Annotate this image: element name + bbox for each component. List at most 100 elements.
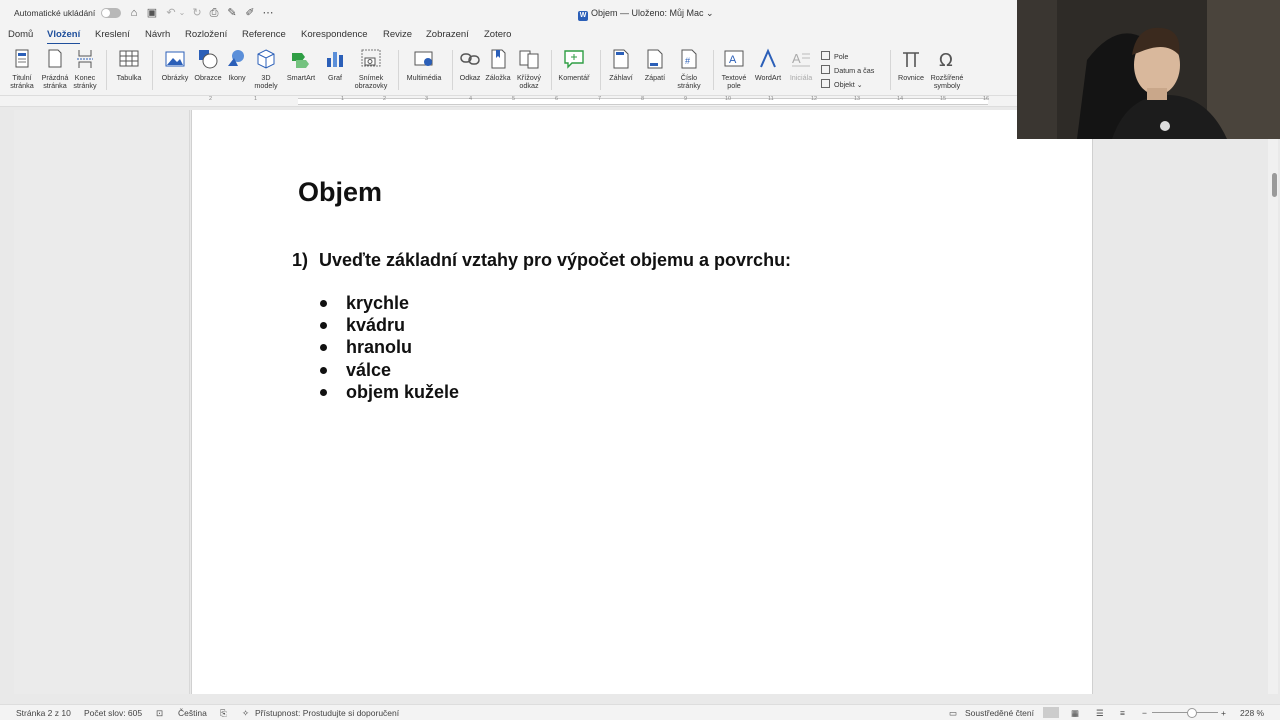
ruler-number: 1: [341, 96, 345, 102]
zoom-slider-thumb[interactable]: [1187, 708, 1197, 718]
undo-dropdown-icon[interactable]: ⌄: [175, 6, 189, 20]
shapes-button[interactable]: Obrazce: [192, 48, 224, 82]
format-icon[interactable]: ✐: [243, 6, 257, 20]
status-bar: Stránka 2 z 10 Počet slov: 605 ⊡ Čeština…: [0, 704, 1280, 720]
focus-icon[interactable]: ▭: [949, 708, 957, 719]
field-button[interactable]: Pole: [821, 51, 848, 61]
zoom-out-icon[interactable]: −: [1142, 708, 1147, 718]
more-icon[interactable]: ⋯: [261, 6, 275, 20]
tab-zobrazeni[interactable]: Zobrazení: [426, 29, 469, 40]
accessibility-status[interactable]: Přístupnost: Prostudujte si doporučení: [255, 708, 399, 718]
header-icon: [613, 49, 629, 69]
ruler-number: 9: [684, 96, 688, 102]
header-button[interactable]: Záhlaví: [606, 48, 636, 82]
cover-page-button[interactable]: Titulní stránka: [6, 48, 38, 90]
track-changes-icon[interactable]: ⎘: [220, 708, 227, 719]
tab-domu[interactable]: Domů: [8, 29, 33, 40]
drop-cap-icon: A: [792, 51, 810, 67]
ribbon-separator: [551, 50, 552, 90]
comment-button[interactable]: Komentář: [556, 48, 592, 82]
scrollbar-thumb[interactable]: [1272, 173, 1277, 197]
footer-button[interactable]: Zápatí: [640, 48, 670, 82]
smartart-label: SmartArt: [286, 73, 316, 82]
tab-korespondence[interactable]: Korespondence: [301, 29, 368, 40]
3d-models-button[interactable]: 3D modely: [251, 48, 281, 90]
drop-cap-label: Iniciála: [789, 73, 813, 82]
print-icon[interactable]: ⎙: [207, 6, 221, 20]
bookmark-button[interactable]: Záložka: [484, 48, 512, 82]
page-break-label: Konec stránky: [73, 73, 97, 90]
save-icon[interactable]: ▣: [145, 6, 159, 20]
document-title[interactable]: W Objem — Uloženo: Můj Mac ⌄: [578, 8, 714, 21]
icons-icon: [228, 50, 244, 66]
accessibility-icon[interactable]: ✧: [242, 708, 249, 719]
web-layout-icon[interactable]: ▦: [1071, 708, 1079, 719]
focus-mode[interactable]: Soustředěné čtení: [965, 708, 1034, 718]
svg-text:#: #: [685, 56, 690, 66]
symbols-button[interactable]: Ω Rozšířené symboly: [928, 48, 966, 90]
link-label: Odkaz: [459, 73, 481, 82]
horizontal-ruler[interactable]: 2 1 1 2 3 4 5 6 7 8 9 10 11 12 13 14 15 …: [0, 96, 1017, 107]
link-button[interactable]: Odkaz: [457, 48, 483, 82]
tab-vlozeni[interactable]: Vložení: [47, 29, 81, 45]
list-item-text: krychle: [346, 293, 410, 313]
zoom-level[interactable]: 228 %: [1240, 708, 1264, 718]
vertical-scrollbar[interactable]: [1268, 110, 1278, 694]
question-text[interactable]: Uveďte základní vztahy pro výpočet objem…: [319, 250, 791, 271]
redo-icon[interactable]: ↻: [190, 6, 204, 20]
tab-reference[interactable]: Reference: [242, 29, 286, 40]
page-number-button[interactable]: # Číslo stránky: [673, 48, 705, 90]
ruler-number: 14: [897, 96, 904, 102]
word-count[interactable]: Počet slov: 605: [84, 708, 142, 718]
page-heading[interactable]: Objem: [298, 177, 382, 208]
tab-rozlozeni[interactable]: Rozložení: [185, 29, 227, 40]
list-item-text: objem kužele: [346, 381, 460, 402]
screenshot-icon: [361, 49, 381, 67]
table-button[interactable]: Tabulka: [113, 48, 145, 82]
bookmark-icon: [491, 49, 506, 69]
zoom-in-icon[interactable]: +: [1221, 708, 1226, 718]
smartart-button[interactable]: SmartArt: [284, 48, 318, 82]
page-indicator[interactable]: Stránka 2 z 10: [16, 708, 71, 718]
print-layout-icon[interactable]: [1043, 707, 1059, 718]
wordart-label: WordArt: [754, 73, 782, 82]
date-time-button[interactable]: Datum a čas: [821, 65, 874, 75]
table-label: Tabulka: [116, 73, 142, 82]
ruler-number: 1: [254, 96, 258, 102]
object-icon: [821, 79, 830, 88]
outline-icon[interactable]: ☰: [1096, 708, 1104, 719]
tab-navrh[interactable]: Návrh: [145, 29, 170, 40]
tab-revize[interactable]: Revize: [383, 29, 412, 40]
object-button[interactable]: Objekt ⌄: [821, 79, 863, 89]
blank-page-button[interactable]: Prázdná stránka: [39, 48, 71, 90]
language[interactable]: Čeština: [178, 708, 207, 718]
home-icon[interactable]: ⌂: [127, 6, 141, 20]
ruler-number: 4: [469, 96, 473, 102]
icons-button[interactable]: Ikony: [225, 48, 249, 82]
chart-button[interactable]: Graf: [322, 48, 348, 82]
tab-kresleni[interactable]: Kreslení: [95, 29, 130, 40]
zoom-slider[interactable]: [1152, 712, 1218, 713]
autosave-toggle[interactable]: [101, 8, 121, 18]
page-break-button[interactable]: Konec stránky: [71, 48, 99, 90]
ruler-number: 6: [555, 96, 559, 102]
media-button[interactable]: Multimédia: [403, 48, 445, 82]
draft-icon[interactable]: ≡: [1120, 708, 1125, 718]
drop-cap-button[interactable]: A Iniciála: [786, 48, 816, 82]
equation-button[interactable]: Rovnice: [895, 48, 927, 82]
draw-icon[interactable]: ✎: [225, 6, 239, 20]
ruler-number: 10: [725, 96, 732, 102]
cross-reference-button[interactable]: Křížový odkaz: [514, 48, 544, 90]
text-box-button[interactable]: A Textové pole: [718, 48, 750, 90]
page-number-icon: #: [681, 49, 697, 69]
svg-text:A: A: [792, 51, 801, 66]
word-icon: W: [578, 11, 588, 21]
bullet-icon: [320, 388, 327, 396]
field-icon: [821, 51, 830, 60]
proofing-icon[interactable]: ⊡: [156, 708, 163, 719]
screenshot-button[interactable]: Snímek obrazovky: [352, 48, 390, 90]
pictures-button[interactable]: Obrázky: [159, 48, 191, 82]
wordart-button[interactable]: WordArt: [752, 48, 784, 82]
tab-zotero[interactable]: Zotero: [484, 29, 511, 40]
ruler-number: 15: [940, 96, 947, 102]
